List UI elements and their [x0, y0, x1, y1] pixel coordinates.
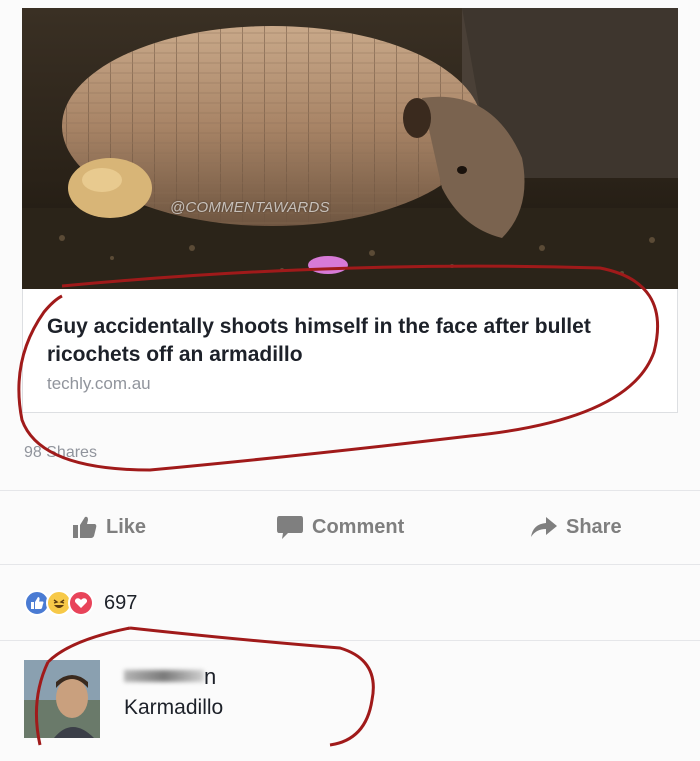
avatar[interactable] [24, 660, 100, 738]
comment-author[interactable]: n [124, 664, 224, 689]
link-title[interactable]: Guy accidentally shoots himself in the f… [47, 313, 667, 369]
divider [0, 640, 700, 641]
comment-label: Comment [312, 515, 405, 538]
armadillo-photo [22, 8, 678, 289]
link-domain: techly.com.au [47, 374, 151, 393]
share-label: Share [566, 515, 622, 538]
share-arrow-icon [531, 517, 557, 537]
post-photo-armadillo[interactable]: @COMMENTAWARDS [22, 8, 678, 289]
comment-text: Karmadillo [124, 696, 224, 719]
love-reaction-icon [68, 590, 94, 616]
link-preview[interactable]: Guy accidentally shoots himself in the f… [22, 289, 678, 413]
reactions-summary[interactable]: 697 [24, 590, 137, 616]
redacted-name [124, 670, 204, 682]
comment-bubble-icon [277, 516, 303, 539]
reaction-count: 697 [104, 591, 138, 614]
comment-author-suffix: n [204, 664, 217, 689]
thumbs-up-icon [73, 516, 97, 538]
share-button[interactable]: Share [530, 512, 622, 542]
like-label: Like [106, 515, 147, 538]
divider [0, 564, 700, 565]
comment-button[interactable]: Comment [276, 512, 404, 542]
shares-count[interactable]: 98 Shares [24, 444, 97, 462]
like-button[interactable]: Like [72, 512, 146, 542]
divider [0, 490, 700, 491]
image-watermark: @COMMENTAWARDS [170, 199, 330, 216]
